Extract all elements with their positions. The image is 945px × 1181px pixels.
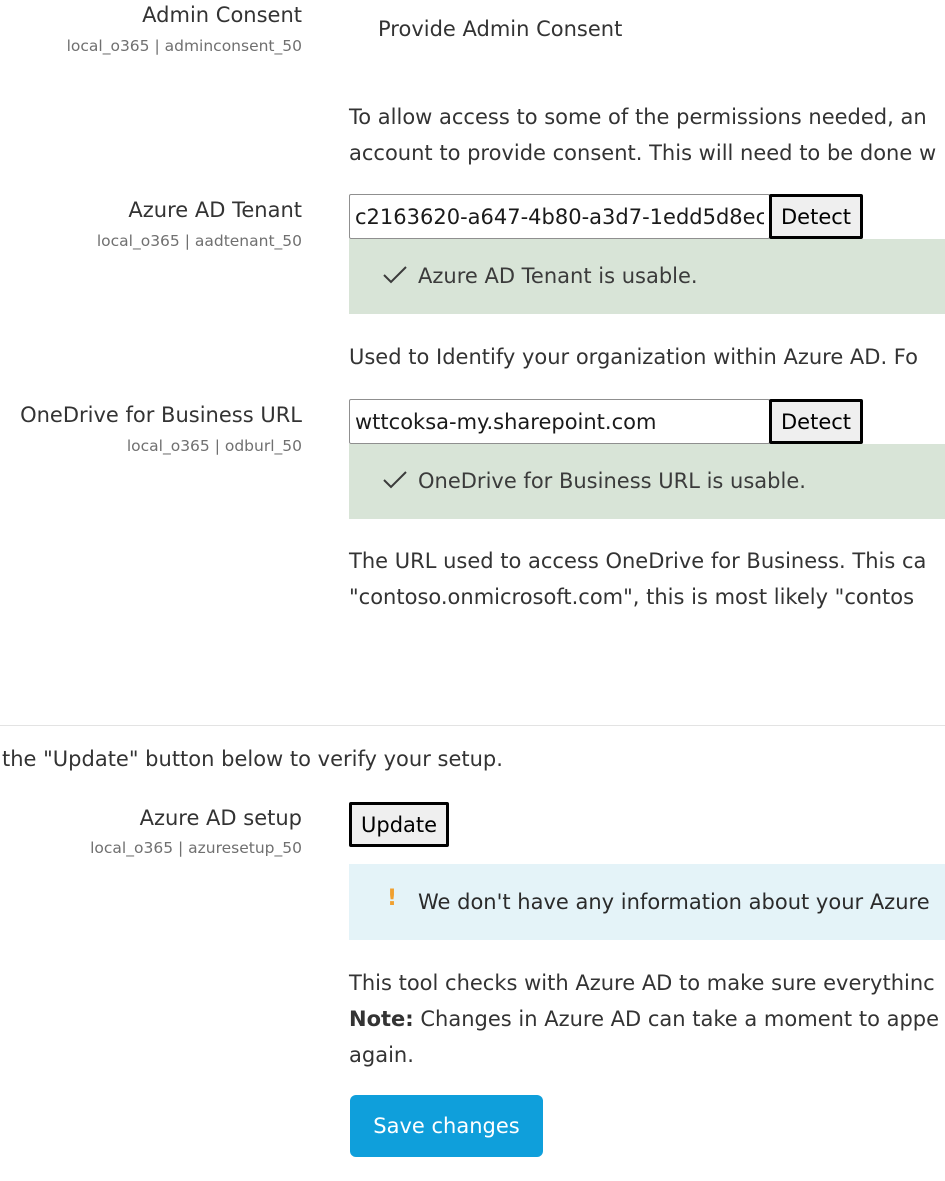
aad-tenant-setting-id: local_o365 | aadtenant_50 bbox=[96, 232, 302, 250]
azure-setup-warning-text: We don't have any information about your… bbox=[418, 890, 930, 914]
aad-tenant-description: Used to Identify your organization withi… bbox=[349, 345, 918, 369]
checkmark-icon bbox=[383, 266, 407, 284]
verify-instructions: the "Update" button below to verify your… bbox=[2, 747, 503, 771]
admin-consent-setting-id: local_o365 | adminconsent_50 bbox=[66, 37, 302, 55]
aad-tenant-input[interactable] bbox=[349, 194, 770, 239]
aad-tenant-status-alert: Azure AD Tenant is usable. bbox=[349, 239, 945, 314]
odb-url-detect-button[interactable]: Detect bbox=[769, 399, 864, 444]
aad-tenant-detect-button[interactable]: Detect bbox=[769, 194, 864, 239]
odb-url-label: OneDrive for Business URL bbox=[20, 403, 302, 427]
azure-setup-note-text: Changes in Azure AD can take a moment to… bbox=[413, 1007, 940, 1031]
odb-url-description-line2: "contoso.onmicrosoft.com", this is most … bbox=[349, 585, 915, 609]
section-divider bbox=[0, 725, 945, 726]
checkmark-icon bbox=[383, 471, 407, 489]
save-changes-button[interactable]: Save changes bbox=[350, 1095, 543, 1157]
exclamation-icon: ! bbox=[387, 886, 398, 911]
provide-admin-consent-link[interactable]: Provide Admin Consent bbox=[378, 17, 622, 41]
odb-url-status-alert: OneDrive for Business URL is usable. bbox=[349, 444, 945, 519]
admin-consent-label: Admin Consent bbox=[142, 3, 302, 27]
admin-consent-description-line2: account to provide consent. This will ne… bbox=[349, 141, 937, 165]
aad-tenant-label: Azure AD Tenant bbox=[128, 198, 302, 222]
azure-setup-description-line3: again. bbox=[349, 1043, 414, 1067]
odb-url-input[interactable] bbox=[349, 399, 770, 444]
odb-url-description-line1: The URL used to access OneDrive for Busi… bbox=[349, 549, 927, 573]
odb-url-setting-id: local_o365 | odburl_50 bbox=[126, 437, 302, 455]
azure-setup-warning-alert: ! We don't have any information about yo… bbox=[349, 864, 945, 940]
azure-setup-label: Azure AD setup bbox=[139, 806, 302, 830]
admin-consent-description-line1: To allow access to some of the permissio… bbox=[349, 105, 927, 129]
azure-setup-note-label: Note: bbox=[349, 1007, 414, 1031]
aad-tenant-status-text: Azure AD Tenant is usable. bbox=[418, 264, 698, 288]
azure-setup-note: Note: Changes in Azure AD can take a mom… bbox=[349, 1001, 939, 1037]
azure-setup-setting-id: local_o365 | azuresetup_50 bbox=[90, 839, 302, 857]
odb-url-status-text: OneDrive for Business URL is usable. bbox=[418, 469, 806, 493]
azure-setup-description-line1: This tool checks with Azure AD to make s… bbox=[349, 971, 935, 995]
update-button[interactable]: Update bbox=[349, 802, 450, 847]
